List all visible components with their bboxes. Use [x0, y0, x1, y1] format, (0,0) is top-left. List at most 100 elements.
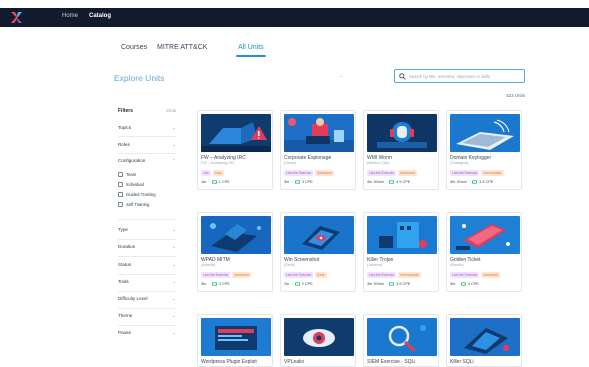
card-subtitle: (Jakarta) [367, 263, 382, 267]
divider [118, 274, 176, 275]
unit-card[interactable]: WMI Worm (Mexico City) Live-fire Exercis… [363, 110, 439, 190]
card-badges: Live-fire Exercise Easy [284, 272, 327, 278]
filter-roles[interactable]: Roles ⌄ [118, 142, 176, 150]
option-self-training[interactable]: Self Training [118, 202, 149, 207]
nav-catalog-link[interactable]: Catalog [89, 13, 111, 19]
card-title: VPLeaks [284, 359, 305, 365]
search-input[interactable] [409, 71, 521, 81]
cpe-icon [472, 180, 478, 184]
cpe-icon [460, 282, 466, 286]
fw-analyzing-irc-illustration [201, 114, 271, 152]
card-meta: 4hr 30min · 4.5 CPE [367, 180, 411, 184]
difficulty-badge: Intermediate [481, 170, 504, 176]
filter-pause[interactable]: Pause ⌄ [118, 330, 176, 338]
unit-card[interactable]: Corporate Espionage (Seoul) Live-fire Ex… [280, 110, 356, 190]
difficulty-badge: Easy [315, 272, 327, 278]
unit-card[interactable]: Domain Keylogger (Shanghai) Live-fire Ex… [446, 110, 522, 190]
cpe-icon [389, 282, 395, 286]
tab-all-units[interactable]: All Units [238, 44, 264, 51]
chevron-down-icon: ⌄ [172, 279, 176, 284]
unit-card[interactable]: VPLeaks [280, 314, 356, 367]
card-duration: 3hr [450, 282, 456, 286]
difficulty-badge: Easy [212, 170, 224, 176]
wmi-worm-illustration [367, 114, 437, 152]
divider [118, 136, 176, 137]
card-duration: 2hr [284, 282, 290, 286]
wordpress-plugin-exploit-illustration [201, 318, 271, 356]
chevron-down-icon: ⌄ [172, 244, 176, 249]
type-badge: Live-fire Exercise [201, 272, 231, 278]
unit-card[interactable]: Killer Trojan (Jakarta) Live-fire Exerci… [363, 212, 439, 292]
units-count: 323 Units [506, 93, 526, 98]
option-guided-training[interactable]: Guided Training [118, 192, 156, 197]
unit-card[interactable]: WPAD MITM (Atlanta) Live-fire Exercise A… [197, 212, 273, 292]
tab-courses[interactable]: Courses [121, 44, 147, 51]
filter-difficulty-level[interactable]: Difficulty Level ⌄ [118, 296, 176, 304]
card-title: Killer SQLi [450, 359, 474, 365]
card-cpe: 3 CPE [218, 282, 230, 286]
unit-card[interactable]: Wordpress Plugin Exploit [197, 314, 273, 367]
card-meta: 3hr 30min · 3.5 CPE [367, 282, 411, 286]
top-navigation-bar: Home Catalog [0, 8, 589, 27]
divider [118, 219, 176, 220]
unit-card[interactable]: Golden Ticket (Manila) Live-fire Exercis… [446, 212, 522, 292]
option-individual[interactable]: Individual [118, 182, 144, 187]
card-cpe: 3 CPE [301, 180, 313, 184]
card-duration: 3hr 30min [367, 282, 384, 286]
difficulty-badge: Advanced [398, 170, 417, 176]
checkbox[interactable] [118, 202, 123, 207]
unit-card[interactable]: FW – Analyzing IRC FW – Analyzing IRC La… [197, 110, 273, 190]
siem-exercise-sqli-illustration [367, 318, 437, 356]
difficulty-badge: Advanced [232, 272, 251, 278]
type-badge: Live-fire Exercise [284, 272, 314, 278]
vpleaks-illustration [284, 318, 354, 356]
filter-tools[interactable]: Tools ⌄ [118, 279, 176, 287]
card-meta: 2hr · 2 CPE [284, 282, 313, 286]
unit-card[interactable]: Win Screenshot (Delhi) Live-fire Exercis… [280, 212, 356, 292]
card-subtitle: (Shanghai) [450, 161, 469, 165]
type-badge: Live-fire Exercise [284, 170, 314, 176]
card-cpe: 2 CPE [301, 282, 313, 286]
page-title: Explore Units [114, 73, 165, 83]
cpe-icon [211, 282, 217, 286]
filter-duration[interactable]: Duration ⌄ [118, 244, 176, 252]
card-badges: Live-fire Exercise Advanced [284, 170, 334, 176]
tab-mitre-attack[interactable]: MITRE ATT&CK [157, 44, 207, 51]
clear-filters-button[interactable]: Clear [166, 108, 177, 113]
cpe-icon [294, 180, 300, 184]
chevron-down-icon: ⌄ [172, 313, 176, 318]
card-badges: Live-fire Exercise Intermediate [450, 170, 504, 176]
divider [118, 325, 176, 326]
app-logo-icon[interactable] [10, 11, 24, 24]
unit-card[interactable]: SIEM Exercise - SQLi [363, 314, 439, 367]
card-title: Wordpress Plugin Exploit [201, 359, 257, 365]
option-team[interactable]: Team [118, 172, 136, 177]
card-meta: 3hr · 3 CPE [201, 282, 230, 286]
card-subtitle: (Atlanta) [201, 263, 216, 267]
active-tab-indicator [236, 55, 266, 57]
search-box[interactable] [394, 69, 525, 83]
card-duration: 3hr [284, 180, 290, 184]
chevron-down-icon: ⌄ [172, 227, 176, 232]
card-cpe: 3.5 CPE [396, 282, 411, 286]
card-badges: Live-fire Exercise Advanced [450, 272, 500, 278]
divider [118, 239, 176, 240]
filter-status[interactable]: Status ⌄ [118, 262, 176, 270]
filter-configuration[interactable]: Configuration ⌃ [118, 158, 176, 166]
checkbox[interactable] [118, 172, 123, 177]
filter-type[interactable]: Type ⌄ [118, 227, 176, 235]
killer-sqli-illustration [450, 318, 520, 356]
card-title: SIEM Exercise - SQLi [367, 359, 416, 365]
unit-card[interactable]: Killer SQLi [446, 314, 522, 367]
nav-home-link[interactable]: Home [62, 13, 78, 19]
card-badges: Live-fire Exercise Intermediate [367, 272, 421, 278]
checkbox[interactable] [118, 182, 123, 187]
card-duration: 3hr 30min [450, 180, 467, 184]
checkbox[interactable] [118, 192, 123, 197]
filter-theme[interactable]: Theme ⌄ [118, 313, 176, 321]
type-badge: Live-fire Exercise [367, 272, 397, 278]
divider [118, 308, 176, 309]
filter-topics[interactable]: Topics ⌄ [118, 125, 176, 133]
card-duration: 1hr [201, 180, 207, 184]
card-badges: Live-fire Exercise Advanced [367, 170, 417, 176]
